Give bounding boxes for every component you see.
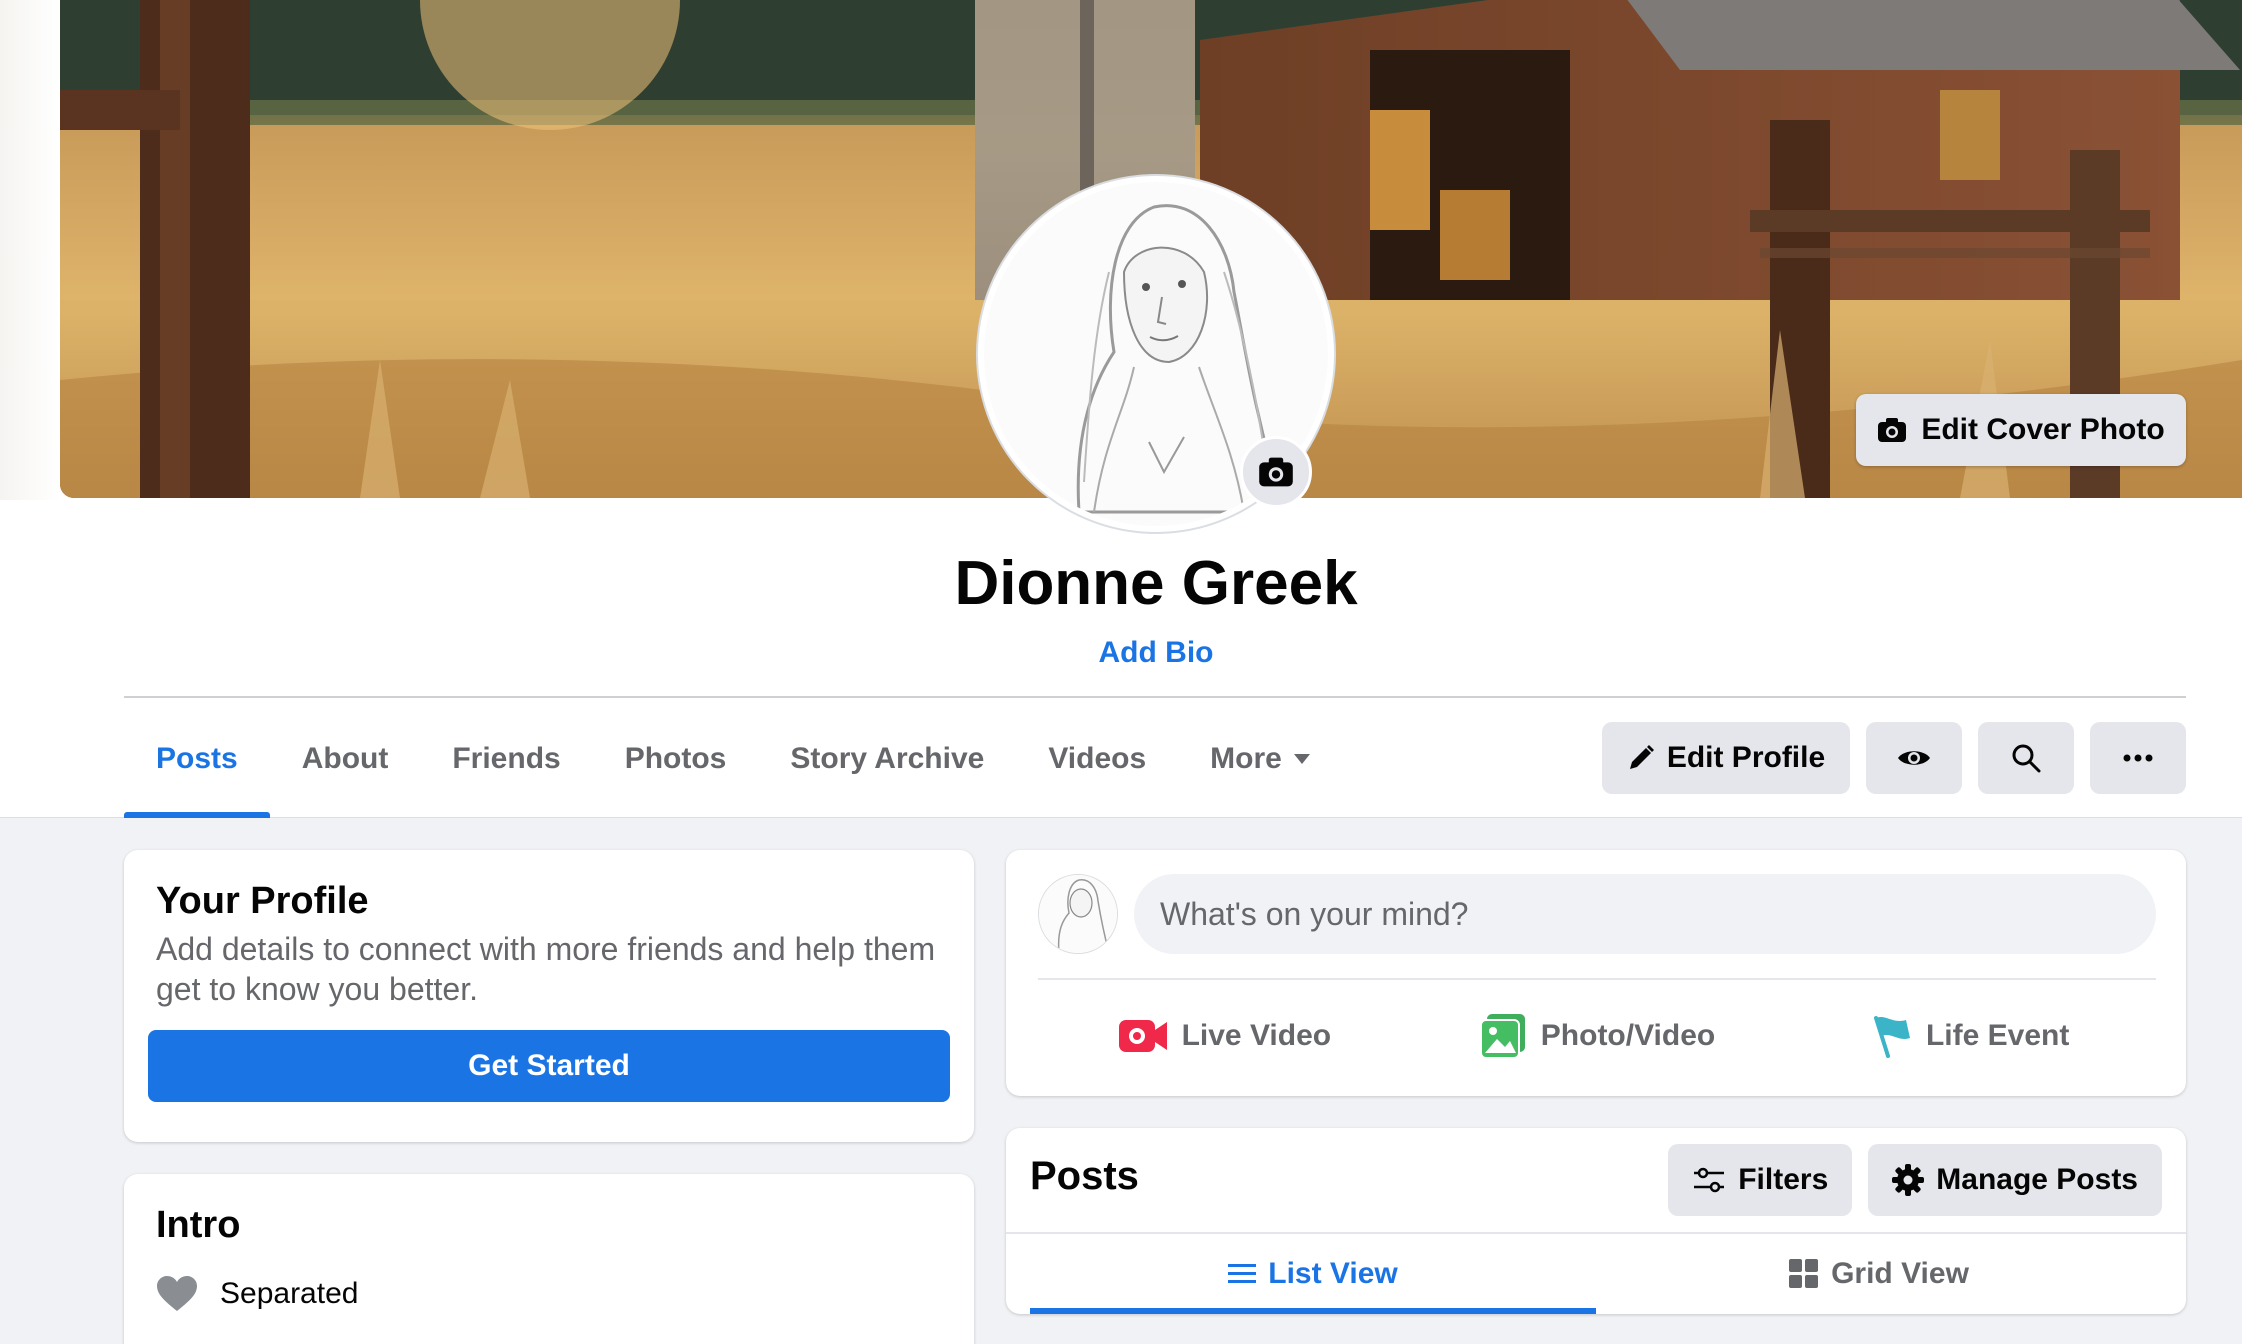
profile-tabs: Posts About Friends Photos Story Archive… [124,700,1342,818]
add-bio-link[interactable]: Add Bio [0,636,2242,670]
update-profile-picture-button[interactable] [1240,436,1312,508]
composer-divider [1038,978,2156,980]
list-view-tab[interactable]: List View [1030,1234,1596,1314]
gear-icon [1892,1164,1925,1196]
header-divider [124,696,2186,698]
tab-label: Friends [452,742,561,775]
grid-icon [1789,1259,1819,1288]
pencil-icon [1629,745,1654,769]
edit-cover-photo-button[interactable]: Edit Cover Photo [1856,394,2186,466]
photo-video-button[interactable]: Photo/Video [1411,990,1784,1082]
edit-profile-button[interactable]: Edit Profile [1602,722,1850,794]
photo-icon [1479,1014,1525,1059]
tab-label: Posts [156,742,238,775]
search-icon [2012,744,2041,773]
eye-icon [1898,751,1930,765]
tab-friends[interactable]: Friends [420,700,592,818]
grid-view-tab[interactable]: Grid View [1596,1234,2162,1314]
tab-label: Photos [624,742,727,775]
filters-icon [1694,1167,1725,1193]
posts-actions: Filters Manage Posts [1668,1144,2162,1216]
life-event-label: Life Event [1925,1019,2070,1052]
your-profile-title: Your Profile [156,880,369,922]
posts-card: Posts Filters Manage Posts List View Gri… [1006,1128,2186,1314]
more-options-button[interactable] [2090,722,2186,794]
camera-icon [1878,418,1907,442]
photo-video-label: Photo/Video [1540,1019,1716,1052]
tab-more[interactable]: More [1178,700,1342,818]
edit-cover-photo-label: Edit Cover Photo [1921,413,2165,446]
post-composer: What's on your mind? Live Video Photo/Vi… [1006,850,2186,1096]
caret-down-icon [1293,754,1310,764]
tab-label: Story Archive [790,742,985,775]
your-profile-text: Add details to connect with more friends… [156,931,936,1007]
flag-icon [1873,1016,1910,1058]
tab-videos[interactable]: Videos [1016,700,1178,818]
relationship-label: Separated [220,1277,359,1310]
intro-card: Intro Separated [124,1174,974,1344]
heart-icon [157,1276,197,1311]
tab-photos[interactable]: Photos [593,700,759,818]
profile-name: Dionne Greek [954,549,1358,618]
tab-story-archive[interactable]: Story Archive [758,700,1016,818]
profile-page: Edit Cover Photo Dionne Greek Add Bio Po… [0,0,2242,1344]
life-event-button[interactable]: Life Event [1783,990,2156,1082]
filters-label: Filters [1738,1163,1829,1196]
tab-label: About [301,742,389,775]
live-video-label: Live Video [1181,1019,1332,1052]
tab-label: More [1210,742,1282,775]
manage-posts-button[interactable]: Manage Posts [1868,1144,2162,1216]
left-gutter [0,0,60,500]
camera-icon [1259,457,1293,487]
view-as-button[interactable] [1866,722,1962,794]
profile-actions: Edit Profile [1602,722,2186,794]
edit-profile-label: Edit Profile [1666,741,1826,774]
composer-actions: Live Video Photo/Video Life Event [1038,990,2156,1082]
live-video-button[interactable]: Live Video [1038,990,1411,1082]
grid-view-label: Grid View [1831,1257,1969,1290]
relationship-status: Separated [156,1275,942,1313]
status-input[interactable]: What's on your mind? [1134,874,2156,954]
composer-avatar[interactable] [1038,874,1118,954]
your-profile-card: Your Profile Add details to connect with… [124,850,974,1142]
tab-about[interactable]: About [270,700,421,818]
posts-title: Posts [1030,1154,1139,1198]
list-view-label: List View [1268,1257,1398,1290]
status-placeholder: What's on your mind? [1160,895,1469,932]
more-dots-icon [2123,754,2153,762]
filters-button[interactable]: Filters [1668,1144,1853,1216]
manage-posts-label: Manage Posts [1936,1163,2138,1196]
post-view-tabs: List View Grid View [1030,1234,2162,1314]
tab-label: Videos [1048,742,1147,775]
avatar-sketch [1039,875,1117,953]
list-icon [1228,1264,1257,1283]
intro-title: Intro [156,1204,241,1246]
live-video-icon [1118,1020,1167,1052]
tab-posts[interactable]: Posts [124,700,270,818]
get-started-button[interactable]: Get Started [148,1030,950,1102]
search-profile-button[interactable] [1978,722,2074,794]
